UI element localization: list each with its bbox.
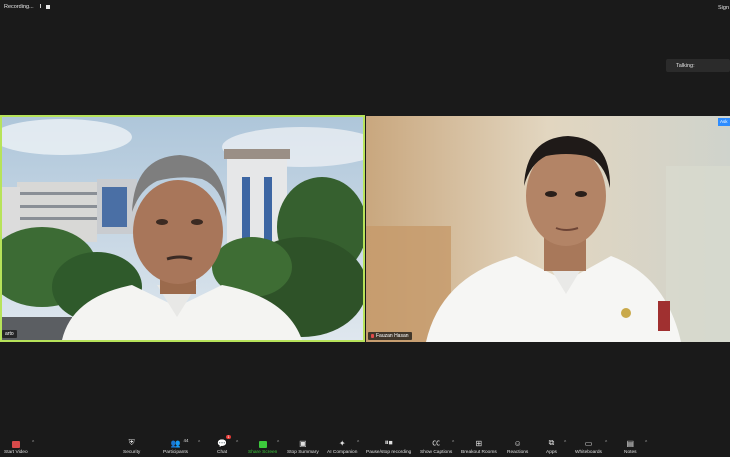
ask-badge[interactable]: Ask bbox=[718, 118, 730, 126]
chevron-up-icon[interactable]: ⌃ bbox=[451, 440, 455, 446]
participant-name-tag: arto bbox=[2, 330, 17, 338]
share-screen-button[interactable]: Share Screen bbox=[248, 438, 277, 455]
recording-label: Recording... bbox=[4, 4, 34, 10]
apps-icon: ⧉ bbox=[548, 438, 555, 447]
chat-icon: 💬 1 bbox=[217, 435, 232, 448]
participant-name: arto bbox=[5, 331, 14, 337]
video-tile-participant-1[interactable]: arto bbox=[0, 115, 365, 342]
participant-name: Fauzan Hasan bbox=[376, 333, 409, 339]
chevron-up-icon[interactable]: ⌃ bbox=[644, 440, 648, 446]
grid-icon: ⊞ bbox=[475, 439, 483, 448]
recording-indicator: Recording... II bbox=[4, 4, 51, 10]
pause-stop-icon: ⏸⏹ bbox=[384, 438, 393, 447]
notes-icon: ▤ bbox=[626, 439, 635, 448]
show-captions-button[interactable]: ㏄ Show Captions bbox=[420, 438, 452, 455]
sign-in-link[interactable]: Sign bbox=[718, 5, 730, 11]
chevron-up-icon[interactable]: ⌃ bbox=[563, 440, 567, 446]
chevron-up-icon[interactable]: ⌃ bbox=[197, 440, 201, 446]
participant-name-tag: Fauzan Hasan bbox=[368, 332, 412, 340]
stop-recording-icon[interactable] bbox=[46, 5, 51, 9]
participant-2-video bbox=[366, 116, 730, 342]
whiteboards-button[interactable]: ▭ Whiteboards bbox=[575, 438, 602, 455]
pause-recording-icon[interactable]: II bbox=[40, 4, 42, 10]
whiteboard-icon: ▭ bbox=[584, 439, 593, 448]
talking-label: Talking: bbox=[676, 62, 695, 69]
chevron-up-icon[interactable]: ⌃ bbox=[356, 440, 360, 446]
chevron-up-icon[interactable]: ⌃ bbox=[276, 440, 280, 446]
summary-icon: ▣ bbox=[299, 439, 307, 448]
video-off-icon bbox=[11, 438, 20, 448]
meeting-top-bar: Recording... II Sign bbox=[0, 0, 730, 16]
participant-1-video bbox=[2, 117, 363, 340]
share-screen-icon bbox=[258, 438, 267, 448]
sparkle-icon: ✦ bbox=[338, 439, 346, 448]
captions-icon: ㏄ bbox=[432, 438, 441, 447]
start-video-button[interactable]: Start Video bbox=[4, 438, 28, 455]
stop-summary-button[interactable]: ▣ Stop Summary bbox=[287, 438, 319, 455]
breakout-rooms-button[interactable]: ⊞ Breakout Rooms bbox=[461, 438, 497, 455]
chat-button[interactable]: 💬 1 Chat bbox=[217, 435, 232, 455]
reactions-button[interactable]: ☺ Reactions bbox=[507, 438, 528, 455]
chevron-up-icon[interactable]: ⌃ bbox=[604, 440, 608, 446]
pause-stop-recording-button[interactable]: ⏸⏹ Pause/stop recording bbox=[366, 438, 411, 455]
video-tile-participant-2[interactable]: Fauzan Hasan bbox=[366, 116, 730, 342]
chevron-up-icon[interactable]: ⌃ bbox=[31, 440, 35, 446]
security-button[interactable]: ⛨ Security bbox=[123, 438, 140, 455]
shield-icon: ⛨ bbox=[128, 438, 135, 447]
chevron-up-icon[interactable]: ⌃ bbox=[235, 440, 239, 446]
apps-button[interactable]: ⧉ Apps bbox=[546, 438, 557, 455]
reaction-icon: ☺ bbox=[513, 439, 522, 448]
notes-button[interactable]: ▤ Notes bbox=[624, 438, 637, 455]
participants-button[interactable]: 👥 44 Participants bbox=[163, 438, 189, 455]
muted-mic-icon bbox=[371, 334, 374, 338]
ai-companion-button[interactable]: ✦ AI Companion bbox=[327, 438, 357, 455]
talking-indicator: Talking: bbox=[666, 59, 730, 72]
meeting-toolbar: Start Video ⌃ ⛨ Security 👥 44 Participant… bbox=[0, 431, 730, 457]
participants-icon: 👥 44 bbox=[170, 438, 189, 448]
